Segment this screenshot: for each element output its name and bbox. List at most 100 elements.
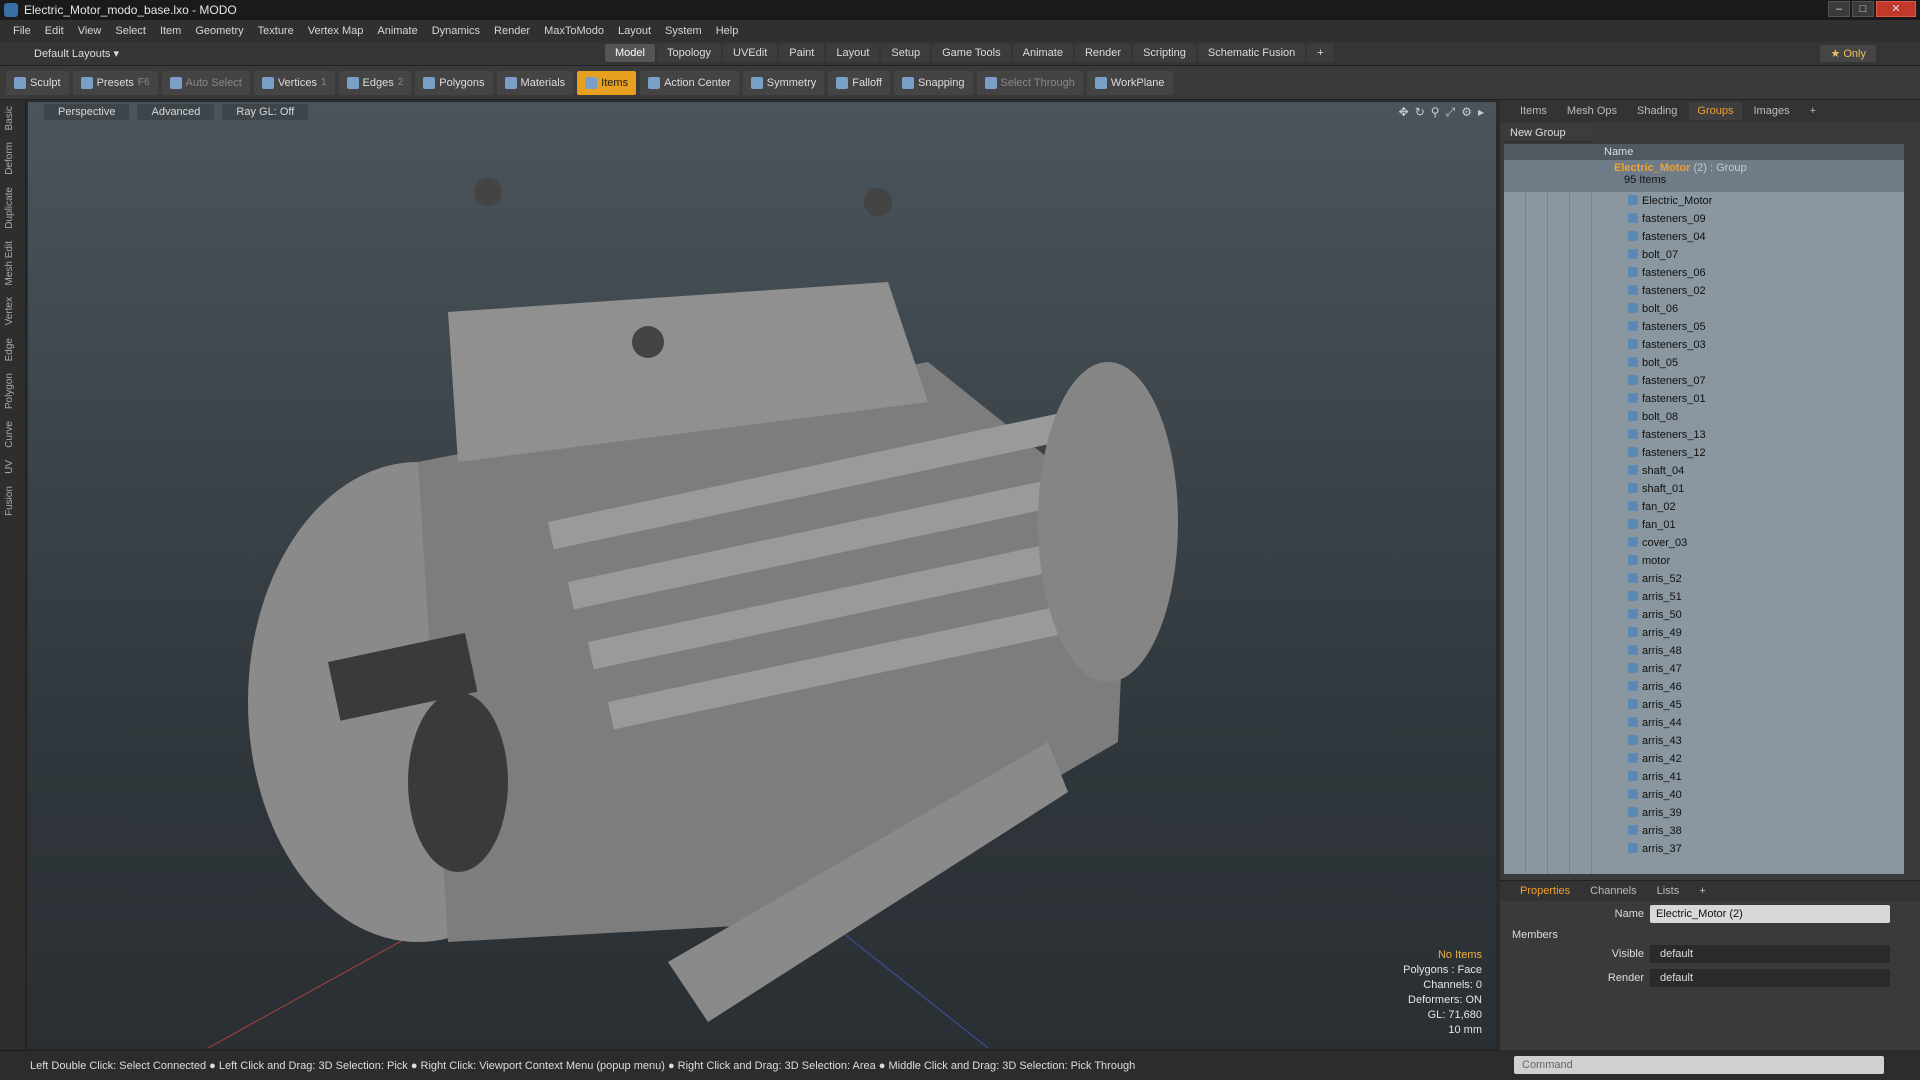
- list-item[interactable]: Electric_Motor: [1504, 192, 1904, 210]
- list-item[interactable]: shaft_01: [1504, 480, 1904, 498]
- list-item[interactable]: arris_38: [1504, 822, 1904, 840]
- list-item[interactable]: arris_37: [1504, 840, 1904, 858]
- add-panel-tab-button[interactable]: +: [1802, 102, 1824, 120]
- list-item[interactable]: arris_42: [1504, 750, 1904, 768]
- tab-channels[interactable]: Channels: [1582, 883, 1644, 899]
- tab-items[interactable]: Items: [1512, 102, 1555, 120]
- list-item[interactable]: fasteners_13: [1504, 426, 1904, 444]
- left-tab-edge[interactable]: Edge: [0, 332, 19, 367]
- menu-edit[interactable]: Edit: [38, 25, 71, 37]
- action-center-button[interactable]: Action Center: [640, 70, 739, 95]
- list-item[interactable]: arris_41: [1504, 768, 1904, 786]
- render-dropdown[interactable]: default: [1650, 969, 1890, 987]
- items-button[interactable]: Items: [577, 70, 637, 95]
- list-item[interactable]: arris_51: [1504, 588, 1904, 606]
- maximize-button[interactable]: □: [1852, 1, 1874, 17]
- list-item[interactable]: fasteners_04: [1504, 228, 1904, 246]
- minimize-button[interactable]: –: [1828, 1, 1850, 17]
- tab-game-tools[interactable]: Game Tools: [932, 44, 1011, 62]
- tab-lists[interactable]: Lists: [1649, 883, 1688, 899]
- only-toggle[interactable]: ★ Only: [1820, 45, 1876, 62]
- left-tab-mesh-edit[interactable]: Mesh Edit: [0, 235, 19, 291]
- tab-paint[interactable]: Paint: [779, 44, 825, 62]
- list-item[interactable]: fasteners_09: [1504, 210, 1904, 228]
- select-through-button[interactable]: Select Through: [976, 70, 1083, 95]
- menu-select[interactable]: Select: [108, 25, 153, 37]
- list-item[interactable]: bolt_06: [1504, 300, 1904, 318]
- left-tab-polygon[interactable]: Polygon: [0, 367, 19, 415]
- tab-mesh-ops[interactable]: Mesh Ops: [1559, 102, 1625, 120]
- left-tab-uv[interactable]: UV: [0, 454, 19, 480]
- left-tab-duplicate[interactable]: Duplicate: [0, 181, 19, 235]
- menu-vertex-map[interactable]: Vertex Map: [301, 25, 371, 37]
- list-item[interactable]: bolt_05: [1504, 354, 1904, 372]
- left-tab-basic[interactable]: Basic: [0, 100, 19, 136]
- tab-layout[interactable]: Layout: [826, 44, 880, 62]
- list-item[interactable]: fasteners_12: [1504, 444, 1904, 462]
- left-tab-fusion[interactable]: Fusion: [0, 480, 19, 522]
- tab-uvedit[interactable]: UVEdit: [723, 44, 778, 62]
- list-item[interactable]: shaft_04: [1504, 462, 1904, 480]
- left-tab-deform[interactable]: Deform: [0, 136, 19, 181]
- menu-view[interactable]: View: [71, 25, 109, 37]
- menu-texture[interactable]: Texture: [251, 25, 301, 37]
- menu-render[interactable]: Render: [487, 25, 537, 37]
- auto-select-button[interactable]: Auto Select: [161, 70, 250, 95]
- list-item[interactable]: arris_52: [1504, 570, 1904, 588]
- list-item[interactable]: fan_02: [1504, 498, 1904, 516]
- list-item[interactable]: fasteners_02: [1504, 282, 1904, 300]
- list-item[interactable]: cover_03: [1504, 534, 1904, 552]
- tab-images[interactable]: Images: [1746, 102, 1798, 120]
- vertices-button[interactable]: Vertices 1: [253, 70, 335, 95]
- list-item[interactable]: motor: [1504, 552, 1904, 570]
- menu-geometry[interactable]: Geometry: [188, 25, 250, 37]
- add-tab-button[interactable]: +: [1307, 44, 1334, 62]
- list-item[interactable]: arris_44: [1504, 714, 1904, 732]
- tab-schematic-fusion[interactable]: Schematic Fusion: [1197, 44, 1306, 62]
- list-item[interactable]: arris_49: [1504, 624, 1904, 642]
- tab-topology[interactable]: Topology: [656, 44, 722, 62]
- layouts-dropdown[interactable]: Default Layouts ▾: [0, 47, 560, 60]
- list-item[interactable]: fan_01: [1504, 516, 1904, 534]
- list-item[interactable]: arris_47: [1504, 660, 1904, 678]
- list-item[interactable]: bolt_08: [1504, 408, 1904, 426]
- 3d-viewport[interactable]: Perspective Advanced Ray GL: Off ✥ ↻ ⚲ ⤢…: [28, 102, 1496, 1048]
- list-item[interactable]: arris_46: [1504, 678, 1904, 696]
- materials-button[interactable]: Materials: [496, 70, 574, 95]
- list-item[interactable]: arris_50: [1504, 606, 1904, 624]
- menu-file[interactable]: File: [6, 25, 38, 37]
- tab-properties[interactable]: Properties: [1512, 883, 1578, 899]
- list-item[interactable]: bolt_07: [1504, 246, 1904, 264]
- add-props-tab-button[interactable]: +: [1691, 883, 1713, 899]
- menu-animate[interactable]: Animate: [370, 25, 424, 37]
- list-item[interactable]: arris_40: [1504, 786, 1904, 804]
- group-list[interactable]: Name Electric_Motor (2) : Group 95 Items…: [1504, 144, 1904, 874]
- polygons-button[interactable]: Polygons: [415, 70, 493, 95]
- list-item[interactable]: arris_45: [1504, 696, 1904, 714]
- tab-animate[interactable]: Animate: [1012, 44, 1073, 62]
- list-item[interactable]: fasteners_03: [1504, 336, 1904, 354]
- left-tab-curve[interactable]: Curve: [0, 415, 19, 454]
- close-button[interactable]: ✕: [1876, 1, 1916, 17]
- tab-shading[interactable]: Shading: [1629, 102, 1685, 120]
- symmetry-button[interactable]: Symmetry: [742, 70, 825, 95]
- workplane-button[interactable]: WorkPlane: [1086, 70, 1173, 95]
- falloff-button[interactable]: Falloff: [828, 70, 890, 95]
- list-item[interactable]: fasteners_01: [1504, 390, 1904, 408]
- list-item[interactable]: fasteners_06: [1504, 264, 1904, 282]
- tab-groups[interactable]: Groups: [1689, 102, 1742, 120]
- menu-dynamics[interactable]: Dynamics: [425, 25, 487, 37]
- snapping-button[interactable]: Snapping: [894, 70, 973, 95]
- presets-button[interactable]: Presets F6: [72, 70, 158, 95]
- list-item[interactable]: arris_39: [1504, 804, 1904, 822]
- list-item[interactable]: arris_48: [1504, 642, 1904, 660]
- menu-system[interactable]: System: [658, 25, 709, 37]
- sculpt-button[interactable]: Sculpt: [6, 70, 69, 95]
- tab-setup[interactable]: Setup: [881, 44, 931, 62]
- list-item[interactable]: arris_43: [1504, 732, 1904, 750]
- members-section[interactable]: Members: [1500, 929, 1920, 941]
- list-item[interactable]: fasteners_07: [1504, 372, 1904, 390]
- tab-scripting[interactable]: Scripting: [1133, 44, 1196, 62]
- group-row[interactable]: Electric_Motor (2) : Group 95 Items: [1504, 160, 1904, 192]
- name-field[interactable]: Electric_Motor (2): [1650, 905, 1890, 923]
